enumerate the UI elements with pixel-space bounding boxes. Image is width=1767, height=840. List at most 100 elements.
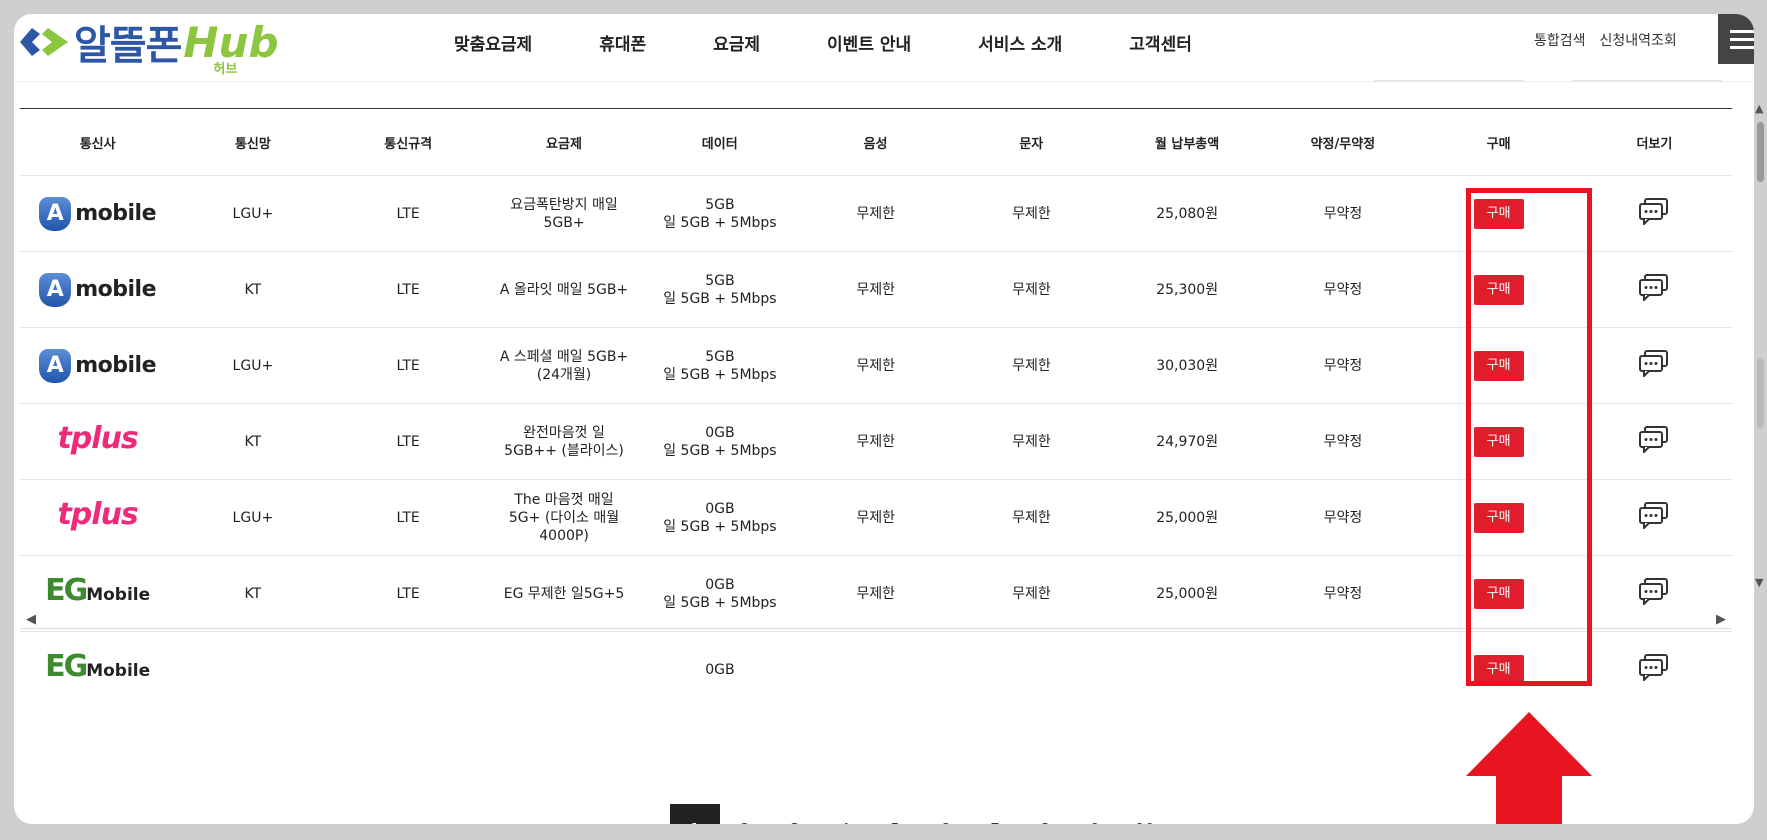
- arrow-right-icon[interactable]: ▶: [1716, 612, 1726, 627]
- a-mobile-logo: Amobile: [39, 196, 157, 231]
- hamburger-icon[interactable]: [1718, 14, 1754, 64]
- data-cell: 5GB 일 5GB + 5Mbps: [642, 272, 797, 308]
- vertical-scrollbar[interactable]: ▲ ▼: [1754, 102, 1767, 592]
- page-number-button[interactable]: 5: [870, 804, 920, 824]
- data-daily: 일 5GB + 5Mbps: [663, 214, 777, 231]
- voice-cell: 무제한: [856, 433, 895, 450]
- contract-cell: 무약정: [1323, 433, 1363, 450]
- plan-name-cell[interactable]: A 스페셜 매일 5GB+ (24개월): [486, 348, 643, 384]
- data-cell: 0GB 일 5GB + 5Mbps: [642, 576, 797, 612]
- sms-cell: 무제한: [1012, 357, 1051, 374]
- column-header: 구매: [1486, 136, 1511, 152]
- plan-name-cell[interactable]: The 마음껏 매일5G+ (다이소 매월 4000P): [486, 491, 643, 545]
- data-cell: 0GB 일 5GB + 5Mbps: [642, 500, 797, 536]
- nav-item[interactable]: 휴대폰: [599, 30, 646, 55]
- nav-item[interactable]: 요금제: [713, 30, 760, 55]
- nav-item[interactable]: 고객센터: [1129, 30, 1192, 55]
- a-mobile-logo: Amobile: [39, 272, 157, 307]
- page-number-button[interactable]: 2: [720, 804, 770, 824]
- eg-mobile-logo: EG Mobile: [45, 649, 151, 684]
- table-header: 통신사 통신망 통신규격 요금제 데이터 음성 문자 월 납부총액 약정/무약정 구매 더보기: [20, 109, 1732, 176]
- divider: [1374, 80, 1524, 82]
- main-nav: 맞춤요금제 휴대폰 요금제 이벤트 안내 서비스 소개 고객센터: [454, 30, 1259, 55]
- more-cell: [1577, 577, 1732, 610]
- column-header: 약정/무약정: [1310, 136, 1376, 152]
- nav-item[interactable]: 서비스 소개: [978, 30, 1062, 55]
- first-page-button[interactable]: «: [570, 804, 620, 824]
- site-logo[interactable]: 알뜰폰 Hub 허브: [18, 14, 279, 77]
- column-header: 더보기: [1636, 136, 1673, 152]
- carrier-cell: tplus: [20, 500, 175, 530]
- voice-cell: 무제한: [856, 585, 895, 602]
- price-cell: 25,080원: [1156, 205, 1219, 222]
- page-number-button[interactable]: 8: [1020, 804, 1070, 824]
- site-header: 알뜰폰 Hub 허브 맞춤요금제 휴대폰 요금제 이벤트 안내 서비스 소개 고객센터 통…: [14, 14, 1754, 82]
- page-number-button[interactable]: 10: [1120, 804, 1170, 824]
- plan-name-cell[interactable]: EG 무제한 일5G+5: [486, 585, 643, 603]
- chat-bubbles-icon[interactable]: [1638, 197, 1670, 225]
- plan-name-cell[interactable]: A 올라잇 매일 5GB+: [486, 281, 643, 299]
- column-header: 요금제: [546, 136, 582, 152]
- utility-links: 통합검색 신청내역조회: [1534, 30, 1677, 50]
- chat-bubbles-icon[interactable]: [1638, 349, 1670, 377]
- sms-cell: 무제한: [1012, 205, 1051, 222]
- a-mobile-logo: Amobile: [39, 348, 157, 383]
- price-cell: 25,300원: [1156, 281, 1219, 298]
- data-cell: 0GB: [642, 661, 797, 679]
- application-history-link[interactable]: 신청내역조회: [1600, 30, 1677, 50]
- standard-cell: LTE: [396, 585, 420, 602]
- scroll-thumb-secondary[interactable]: [1757, 358, 1764, 428]
- carrier-cell: Amobile: [20, 196, 175, 231]
- prev-page-button[interactable]: ‹: [620, 804, 670, 824]
- more-cell: [1577, 425, 1732, 458]
- chat-bubbles-icon[interactable]: [1638, 273, 1670, 301]
- up-arrow-annotation-icon: [1466, 712, 1592, 824]
- arrow-left-icon[interactable]: ◀: [26, 612, 36, 627]
- contract-cell: 무약정: [1323, 509, 1363, 526]
- standard-cell: LTE: [396, 509, 420, 526]
- standard-cell: LTE: [396, 433, 420, 450]
- plan-name-cell[interactable]: 완전마음껏 일5GB++ (블라이스): [486, 424, 643, 460]
- tplus-logo: tplus: [57, 421, 138, 456]
- voice-cell: 무제한: [856, 281, 895, 298]
- next-page-button[interactable]: ›: [1170, 804, 1220, 824]
- scroll-up-icon[interactable]: ▲: [1755, 102, 1763, 115]
- browser-frame: 알뜰폰 Hub 허브 맞춤요금제 휴대폰 요금제 이벤트 안내 서비스 소개 고객센터 통…: [14, 14, 1754, 824]
- more-cell: [1577, 273, 1732, 306]
- nav-item[interactable]: 맞춤요금제: [454, 30, 532, 55]
- logo-mark-icon: [20, 28, 68, 56]
- scroll-down-icon[interactable]: ▼: [1755, 576, 1763, 589]
- column-header: 문자: [1019, 136, 1044, 152]
- integrated-search-link[interactable]: 통합검색: [1534, 30, 1586, 50]
- data-total: 0GB: [705, 661, 735, 678]
- chat-bubbles-icon[interactable]: [1638, 577, 1670, 605]
- plan-name-cell[interactable]: 요금폭탄방지 매일 5GB+: [486, 196, 643, 232]
- chat-bubbles-icon[interactable]: [1638, 425, 1670, 453]
- sms-cell: 무제한: [1012, 585, 1051, 602]
- more-cell: [1577, 653, 1732, 686]
- sms-cell: 무제한: [1012, 281, 1051, 298]
- data-cell: 0GB 일 5GB + 5Mbps: [642, 424, 797, 460]
- scroll-thumb[interactable]: [1757, 122, 1764, 182]
- chat-bubbles-icon[interactable]: [1638, 501, 1670, 529]
- page-number-button[interactable]: 9: [1070, 804, 1120, 824]
- carrier-cell: tplus: [20, 424, 175, 454]
- nav-item[interactable]: 이벤트 안내: [827, 30, 911, 55]
- last-page-button[interactable]: »: [1220, 804, 1270, 824]
- network-cell: LGU+: [232, 509, 274, 526]
- page-number-button[interactable]: 1: [670, 804, 720, 824]
- data-total: 5GB: [705, 348, 735, 365]
- contract-cell: 무약정: [1323, 585, 1363, 602]
- page-number-button[interactable]: 6: [920, 804, 970, 824]
- page-number-button[interactable]: 7: [970, 804, 1020, 824]
- column-header: 음성: [863, 136, 888, 152]
- column-header: 월 납부총액: [1154, 136, 1220, 152]
- standard-cell: LTE: [396, 357, 420, 374]
- chat-bubbles-icon[interactable]: [1638, 653, 1670, 681]
- page-number-button[interactable]: 3: [770, 804, 820, 824]
- more-cell: [1577, 349, 1732, 382]
- page-number-button[interactable]: 4: [820, 804, 870, 824]
- data-daily: 일 5GB + 5Mbps: [663, 290, 777, 307]
- buy-column-highlight: [1466, 188, 1592, 686]
- network-cell: KT: [244, 585, 262, 602]
